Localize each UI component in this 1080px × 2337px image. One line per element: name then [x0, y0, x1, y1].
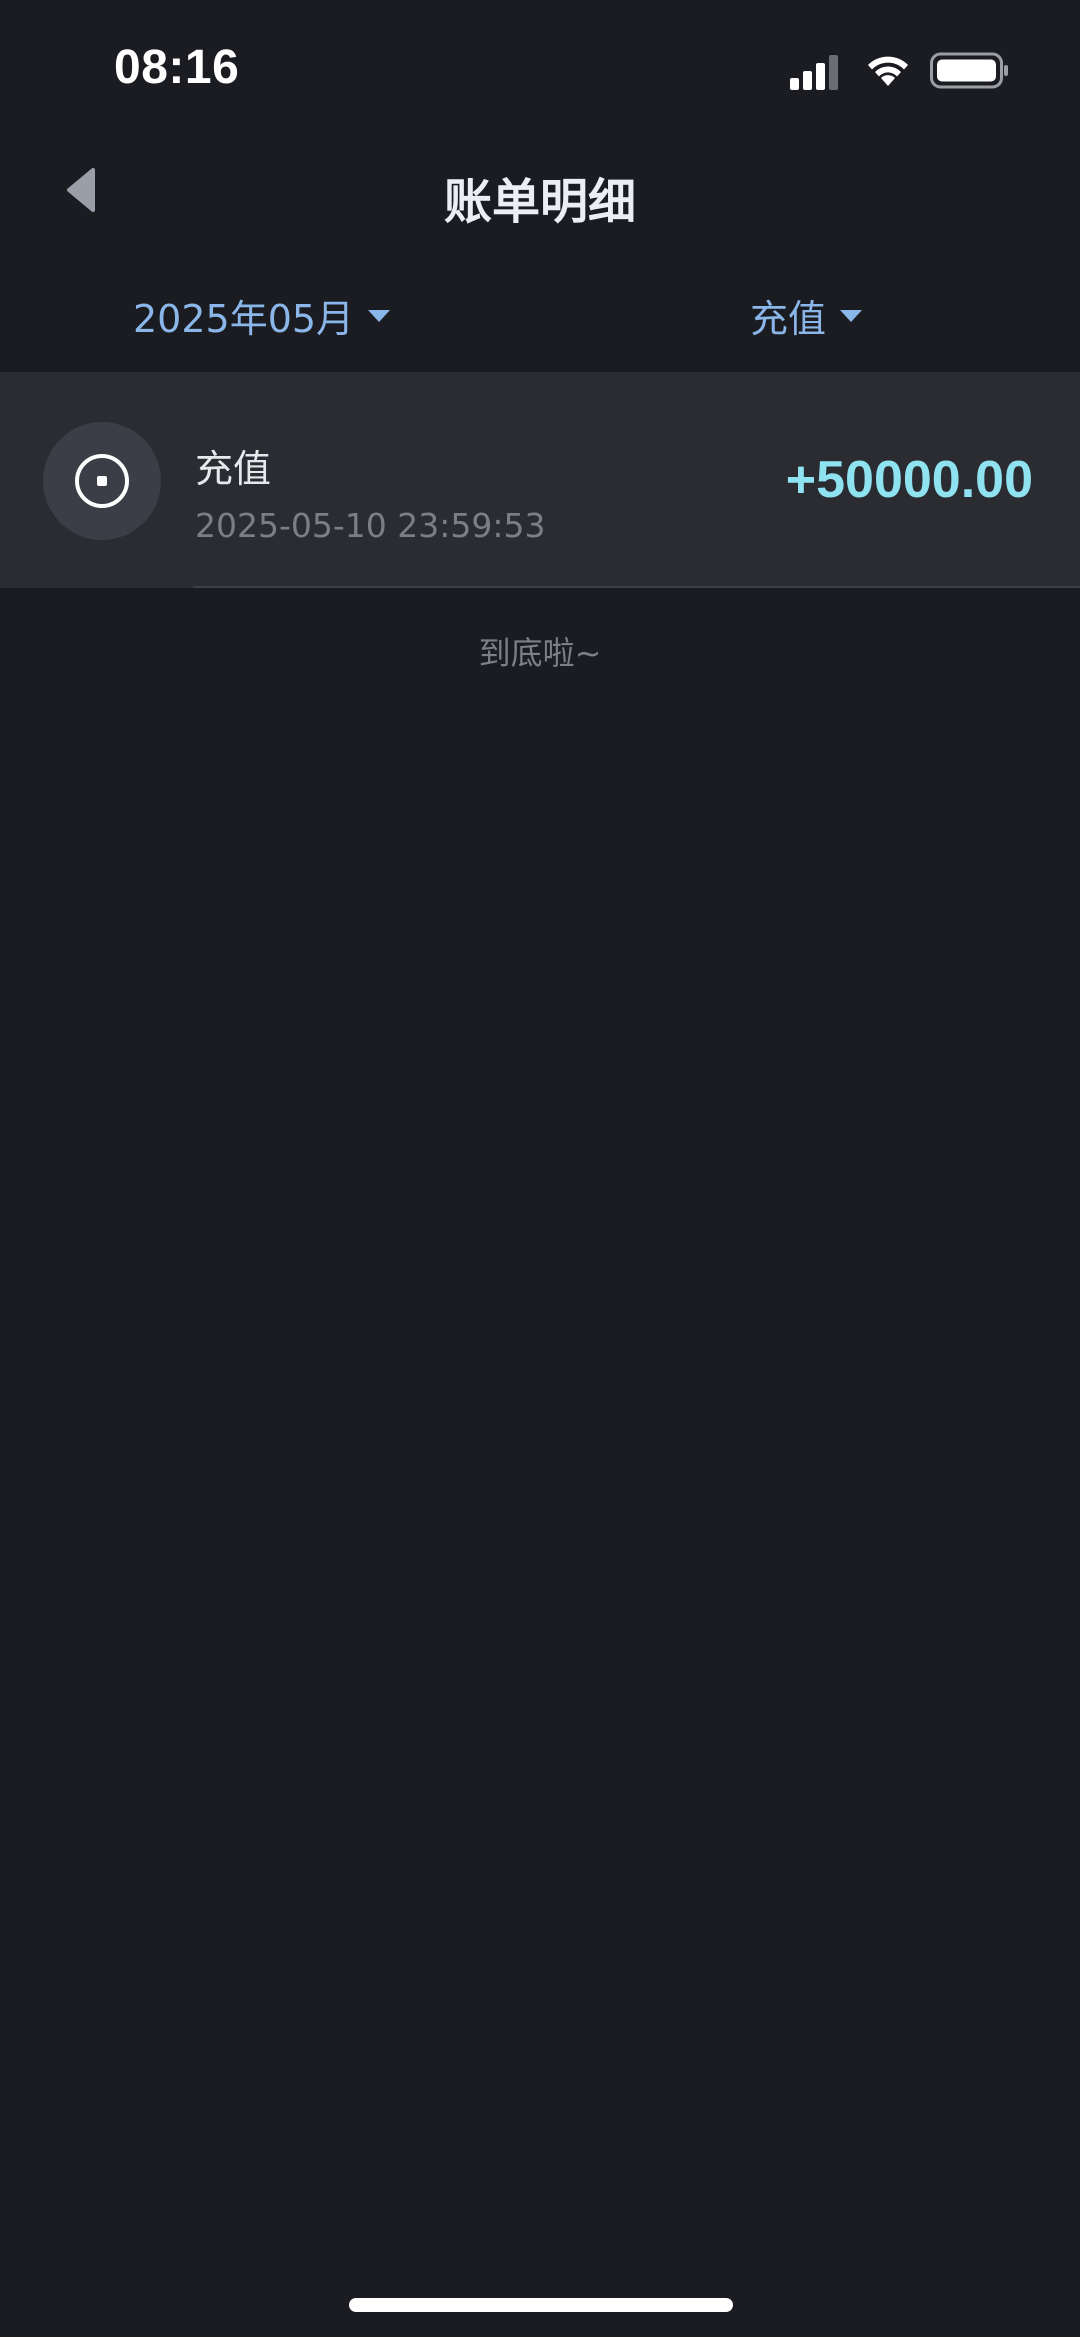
signal-icon [790, 55, 838, 90]
status-bar: 08:16 [0, 0, 1080, 130]
bill-amount: +50000.00 [785, 451, 1033, 509]
bill-row[interactable]: 充值 2025-05-10 23:59:53 +50000.00 [0, 372, 1080, 588]
bill-list: 充值 2025-05-10 23:59:53 +50000.00 [0, 372, 1080, 588]
caret-down-icon [840, 309, 863, 322]
home-indicator[interactable] [349, 2298, 733, 2312]
page-title: 账单明细 [443, 174, 636, 230]
end-of-list-hint: 到底啦~ [478, 634, 602, 672]
wifi-icon [868, 56, 908, 86]
type-filter[interactable]: 充值 [750, 288, 863, 343]
nav-bar: 账单明细 [0, 140, 1080, 240]
battery-icon [930, 52, 1008, 89]
bill-time: 2025-05-10 23:59:53 [195, 506, 546, 545]
date-filter-label: 2025年05月 [133, 297, 355, 341]
bill-title: 充值 [195, 447, 272, 491]
status-time: 08:16 [114, 41, 240, 94]
bill-avatar [43, 422, 161, 540]
caret-down-icon [368, 309, 391, 322]
type-filter-label: 充值 [750, 297, 827, 341]
date-filter[interactable]: 2025年05月 [133, 288, 391, 343]
row-divider [193, 586, 1080, 588]
record-icon [75, 454, 129, 508]
filter-bar: 2025年05月 充值 [0, 270, 1080, 360]
